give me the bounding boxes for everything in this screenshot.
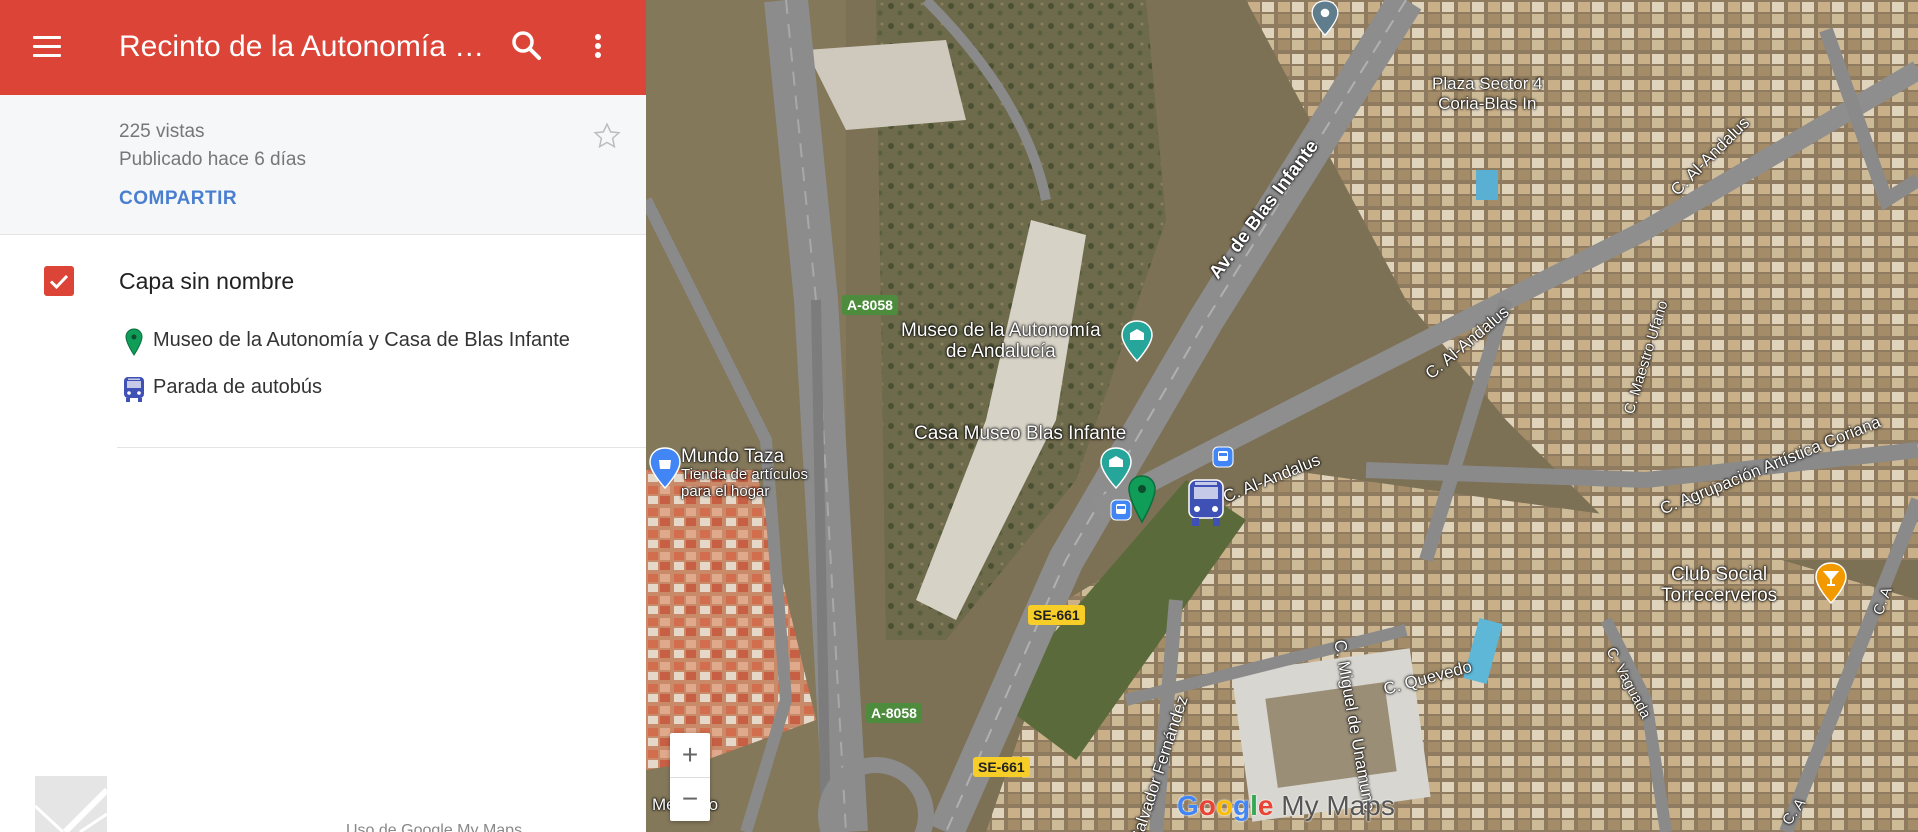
published-date: Publicado hace 6 días [119, 149, 306, 170]
road-shield: A-8058 [866, 703, 922, 723]
layer-checkbox[interactable] [44, 266, 74, 296]
panel-header: Recinto de la Autonomía de Andalucía [0, 0, 646, 95]
view-count: 225 vistas [119, 121, 205, 142]
road-shield: SE-661 [973, 757, 1030, 777]
bus-marker-icon[interactable] [1186, 478, 1226, 528]
share-button[interactable]: COMPARTIR [119, 188, 237, 210]
search-icon[interactable] [509, 28, 545, 64]
list-item-label: Parada de autobús [153, 376, 323, 398]
green-marker-icon [119, 327, 149, 357]
satellite-map[interactable]: A-8058 A-8058 SE-661 SE-661 Plaza Sector… [646, 0, 1918, 832]
zoom-out-button[interactable]: − [670, 777, 710, 821]
bus-icon [119, 374, 149, 404]
transit-stop-icon[interactable] [1212, 446, 1234, 468]
list-item-label: Museo de la Autonomía y Casa de Blas Inf… [153, 329, 570, 351]
road-shield: A-8058 [842, 295, 898, 315]
map-title: Recinto de la Autonomía de Andalucía [119, 30, 491, 63]
footer-link[interactable]: Uso de Google My Maps [346, 822, 522, 832]
google-my-maps-logo: Google My Maps [1177, 790, 1395, 821]
shopping-poi-icon[interactable] [648, 447, 682, 489]
map-info-section: 225 vistas Publicado hace 6 días COMPART… [0, 95, 646, 235]
place-label-club-social[interactable]: Club Social Torrecerveros [1661, 564, 1777, 606]
green-marker-icon[interactable] [1126, 474, 1158, 524]
zoom-in-button[interactable]: + [670, 733, 710, 778]
place-label-tienda: Tienda de artículos para el hogar [681, 466, 809, 500]
side-panel: Recinto de la Autonomía de Andalucía 225… [0, 0, 646, 832]
more-vert-icon[interactable] [580, 28, 616, 64]
map-poi-icon[interactable] [1308, 0, 1342, 36]
divider [117, 447, 646, 448]
place-label-plaza: Plaza Sector 4 Coria-Blas In [1432, 74, 1543, 113]
layer-name[interactable]: Capa sin nombre [119, 266, 294, 296]
star-outline-icon[interactable] [592, 121, 622, 151]
bar-poi-icon[interactable] [1814, 562, 1848, 604]
place-label-museo[interactable]: Museo de la Autonomía de Andalucía [901, 320, 1101, 362]
museum-poi-icon[interactable] [1120, 320, 1154, 362]
road-shield: SE-661 [1028, 605, 1085, 625]
hamburger-menu-icon[interactable] [30, 30, 64, 64]
place-label-casa[interactable]: Casa Museo Blas Infante [914, 423, 1126, 445]
basemap-thumbnail[interactable] [35, 776, 107, 832]
zoom-control: + − [670, 733, 710, 821]
place-label-mundo-taza[interactable]: Mundo Taza [681, 446, 784, 468]
